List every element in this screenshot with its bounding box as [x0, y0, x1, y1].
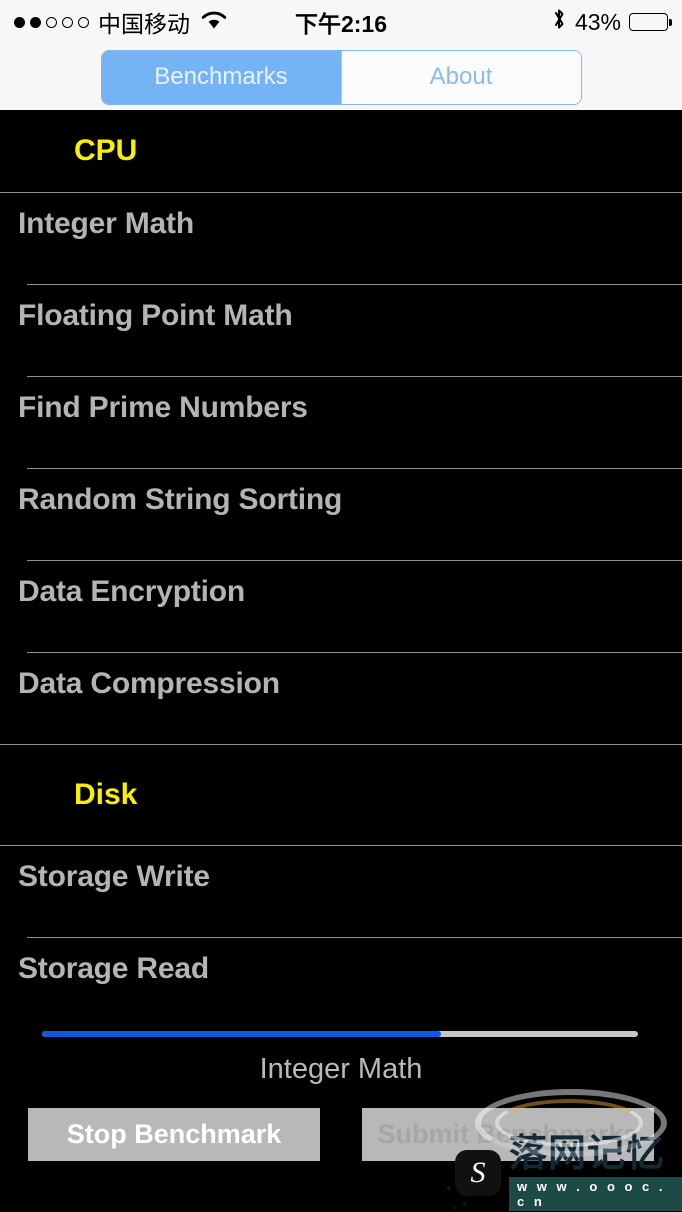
tab-benchmarks[interactable]: Benchmarks: [101, 50, 341, 104]
progress-bar-fill: [42, 1031, 442, 1037]
progress-bar: [42, 1031, 638, 1037]
list-item[interactable]: Data Encryption: [0, 561, 682, 652]
progress-area: Integer Math: [0, 1020, 682, 1100]
row-label-find-prime-numbers: Find Prime Numbers: [18, 391, 308, 424]
row-label-integer-math: Integer Math: [18, 207, 194, 240]
section-title-cpu: CPU: [74, 134, 138, 167]
row-label-data-compression: Data Compression: [18, 667, 280, 700]
row-label-random-string-sorting: Random String Sorting: [18, 483, 343, 516]
submit-benchmarks-button: Submit Benchmarks: [362, 1108, 654, 1161]
status-bar-right: 43%: [551, 0, 672, 44]
list-item[interactable]: Storage Write: [0, 846, 682, 937]
phone-screen: 中国移动 下午2:16 43% Benchmarks About CPU Int…: [0, 0, 682, 1212]
segmented-control[interactable]: Benchmarks About: [100, 49, 582, 105]
section-header-cpu: CPU: [0, 110, 682, 192]
section-title-disk: Disk: [74, 778, 138, 811]
watermark-url: w w w . o o o c . c n: [509, 1176, 682, 1211]
clock-time: 下午2:16: [294, 11, 388, 37]
row-label-floating-point-math: Floating Point Math: [18, 299, 293, 332]
section-header-disk: Disk: [0, 745, 682, 845]
stop-benchmark-button[interactable]: Stop Benchmark: [28, 1108, 320, 1161]
battery-icon: [629, 13, 672, 31]
button-row: Stop Benchmark Submit Benchmarks: [0, 1108, 682, 1161]
row-label-data-encryption: Data Encryption: [18, 575, 246, 608]
list-item[interactable]: Find Prime Numbers: [0, 377, 682, 468]
bluetooth-icon: [551, 7, 567, 37]
row-label-storage-read: Storage Read: [18, 952, 209, 985]
status-bar: 中国移动 下午2:16 43%: [0, 0, 682, 44]
benchmark-list[interactable]: CPU Integer Math Floating Point Math Fin…: [0, 110, 682, 1020]
nav-bar: Benchmarks About: [0, 44, 682, 110]
watermark-smear-icon: [441, 1176, 481, 1212]
list-item[interactable]: Floating Point Math: [0, 285, 682, 376]
list-item[interactable]: Data Compression: [0, 653, 682, 744]
list-item[interactable]: Random String Sorting: [0, 469, 682, 560]
tab-about[interactable]: About: [340, 50, 581, 104]
battery-percentage: 43%: [574, 8, 621, 35]
row-label-storage-write: Storage Write: [18, 860, 210, 893]
list-item[interactable]: Integer Math: [0, 193, 682, 284]
list-item[interactable]: Storage Read: [0, 938, 682, 1020]
progress-current-task-label: Integer Math: [259, 1053, 423, 1085]
